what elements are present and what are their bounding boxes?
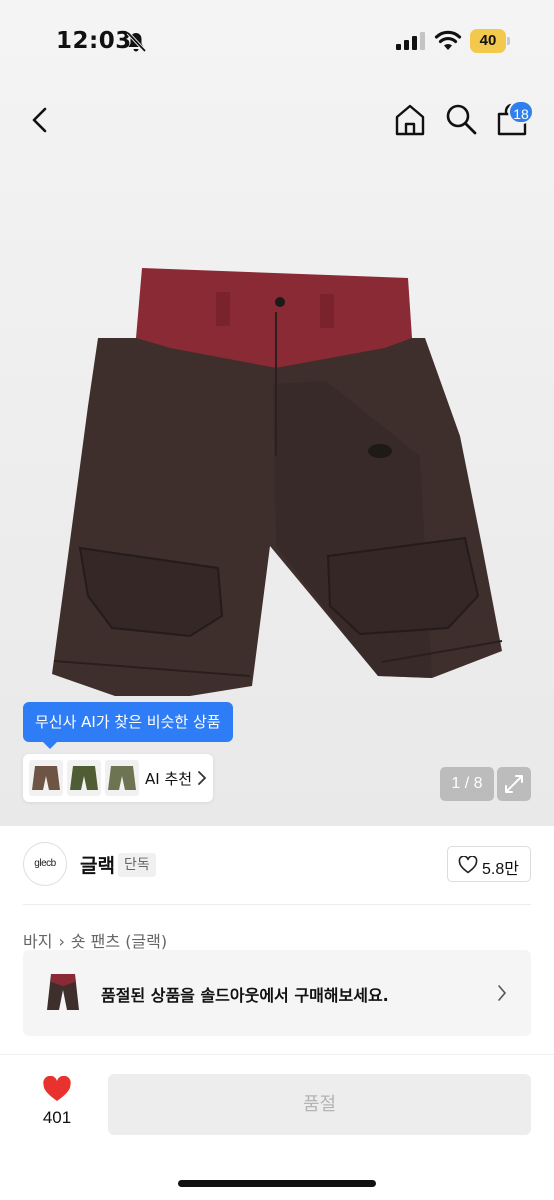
search-icon[interactable]: [444, 102, 478, 136]
ai-recommend-card[interactable]: AI 추천: [23, 754, 213, 802]
exclusive-tag: 단독: [118, 853, 156, 877]
brand-like-button[interactable]: 5.8만: [447, 846, 531, 882]
wifi-icon: [434, 30, 462, 50]
breadcrumb-separator-icon: ›: [58, 932, 65, 951]
cart-count-badge: 18: [508, 100, 534, 124]
image-counter: 1 / 8: [440, 767, 494, 801]
brand-logo[interactable]: glecb: [23, 842, 67, 886]
status-bar: 12:03 40: [0, 0, 554, 84]
chevron-right-icon: [498, 985, 507, 1001]
heart-outline-icon: [458, 856, 478, 874]
home-icon[interactable]: [392, 102, 428, 138]
back-chevron-icon[interactable]: [24, 104, 56, 136]
expand-button[interactable]: [497, 767, 531, 801]
cellular-signal-icon: [396, 32, 425, 50]
divider: [23, 904, 531, 905]
brand-like-count: 5.8만: [482, 861, 519, 878]
bell-slash-icon: [126, 31, 147, 53]
home-indicator: [178, 1180, 376, 1187]
product-image[interactable]: [40, 256, 520, 726]
bottom-bar-divider: [0, 1054, 554, 1055]
breadcrumb-category[interactable]: 바지: [23, 932, 52, 951]
expand-icon: [505, 775, 523, 793]
soldout-buy-button[interactable]: 품절: [108, 1074, 531, 1135]
ai-thumb-olive-shorts[interactable]: [67, 760, 101, 796]
chevron-right-icon: [198, 771, 207, 785]
soldout-product-thumb: [47, 974, 79, 1010]
product-gallery[interactable]: 12:03 40 18 무신사 AI가 찾은 비슷한 상품 AI 추천 1 / …: [0, 0, 554, 826]
battery-icon: 40: [470, 29, 510, 53]
wishlist-button[interactable]: 401: [30, 1072, 84, 1134]
soldout-banner-text: 품절된 상품을 솔드아웃에서 구매해보세요.: [101, 986, 389, 1005]
ai-similar-tooltip: 무신사 AI가 찾은 비슷한 상품: [23, 702, 233, 749]
status-time: 12:03: [56, 28, 132, 54]
soldout-banner[interactable]: 품절된 상품을 솔드아웃에서 구매해보세요.: [23, 950, 531, 1036]
ai-recommend-label: AI 추천: [145, 770, 193, 788]
breadcrumb: 바지 › 숏 팬츠 (글랙): [23, 928, 167, 952]
brand-name[interactable]: 글랙: [80, 851, 115, 878]
wishlist-count: 401: [42, 1108, 72, 1127]
breadcrumb-subcategory[interactable]: 숏 팬츠 (글랙): [71, 932, 167, 951]
ai-thumb-brown-shorts[interactable]: [29, 760, 63, 796]
ai-thumb-khaki-shorts[interactable]: [105, 760, 139, 796]
battery-level: 40: [479, 32, 497, 49]
heart-filled-icon: [43, 1076, 71, 1101]
